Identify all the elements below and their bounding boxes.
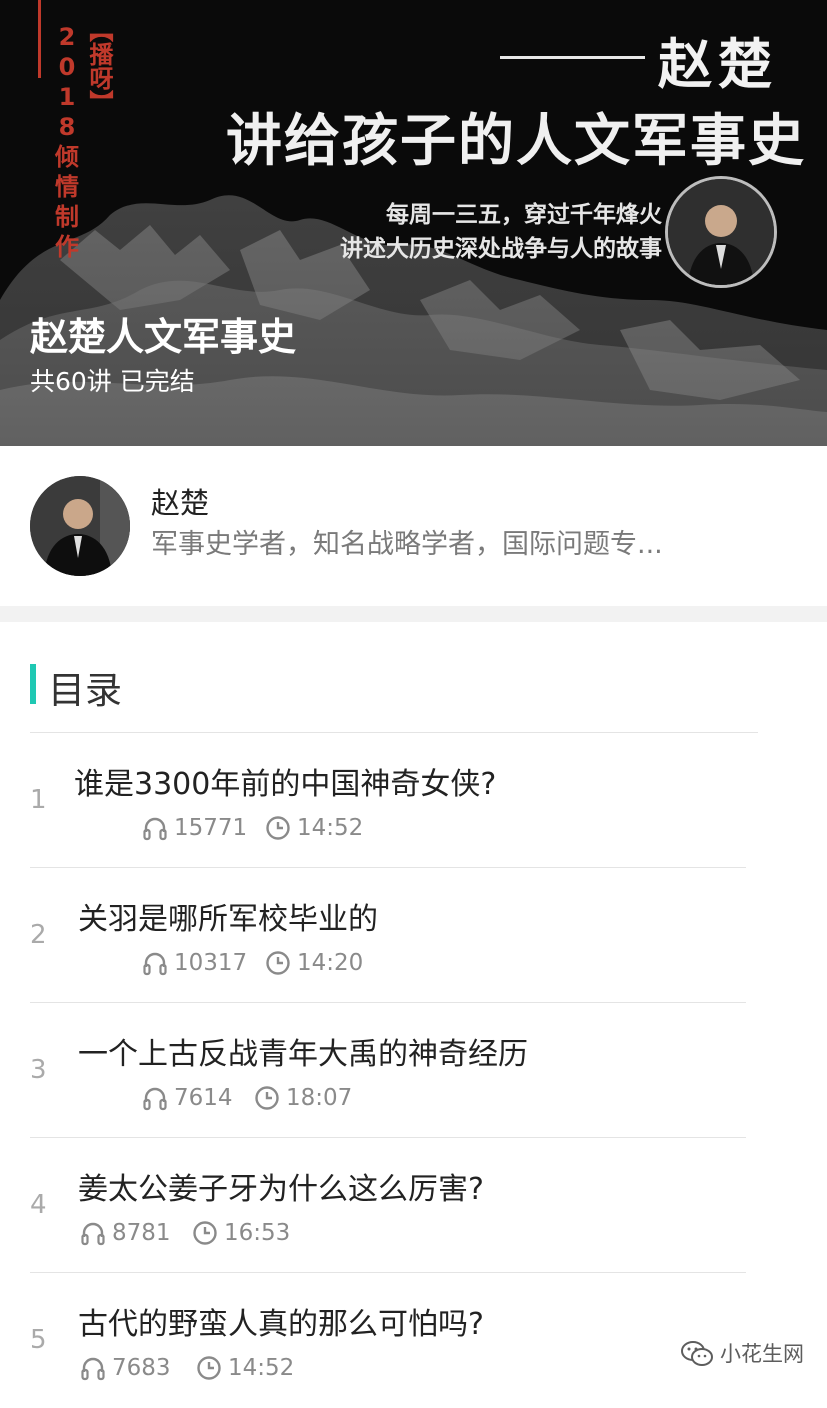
section-divider <box>0 606 827 622</box>
catalog-item[interactable]: 4 姜太公姜子牙为什么这么厉害? 8781 16:53 <box>30 1137 746 1273</box>
slogan-line: 每周一三五，穿过千年烽火 <box>386 202 662 228</box>
item-title: 关羽是哪所军校毕业的 <box>78 902 378 937</box>
tag-divider <box>38 0 41 78</box>
headphone-icon <box>81 1222 105 1246</box>
tag-char: 作 <box>55 233 79 261</box>
tag-label: 【播呀】 <box>85 18 113 114</box>
author-portrait <box>665 176 777 288</box>
item-number: 4 <box>30 1190 47 1220</box>
item-title: 古代的野蛮人真的那么可怕吗? <box>78 1307 484 1342</box>
catalog-item[interactable]: 1 谁是3300年前的中国神奇女侠? 15771 14:52 <box>30 732 758 868</box>
tag-char: 1 <box>58 83 76 111</box>
duration-value: 14:20 <box>297 950 364 976</box>
duration-value: 14:52 <box>297 815 364 841</box>
catalog-item[interactable]: 2 关羽是哪所军校毕业的 10317 14:20 <box>30 867 746 1003</box>
play-count-value: 15771 <box>174 815 248 841</box>
duration-value: 16:53 <box>224 1220 291 1246</box>
author-name: 赵楚 <box>151 486 210 520</box>
item-title: 一个上古反战青年大禹的神奇经历 <box>78 1037 528 1072</box>
avatar[interactable] <box>30 476 130 576</box>
item-number: 5 <box>30 1325 47 1355</box>
course-title: 赵楚人文军事史 <box>30 315 297 359</box>
headphone-icon <box>143 817 167 841</box>
play-count-value: 7614 <box>174 1085 233 1111</box>
course-banner: 【播呀】 2018倾情制作 赵楚 讲给孩子的人文军事史 每周一三五，穿过千年烽火… <box>0 0 827 446</box>
headphone-icon <box>81 1357 105 1381</box>
slogan-line: 讲述大历史深处战争与人的故事 <box>340 236 662 262</box>
headphone-icon <box>143 1087 167 1111</box>
catalog-accent-bar <box>30 664 36 704</box>
tag-char: 倾 <box>55 143 79 171</box>
play-count-value: 7683 <box>112 1355 171 1381</box>
item-title: 谁是3300年前的中国神奇女侠? <box>74 767 497 802</box>
tag-year-text: 2018倾情制作 <box>52 22 82 262</box>
watermark-text: 小花生网 <box>720 1342 804 1366</box>
item-number: 3 <box>30 1055 47 1085</box>
tag-char: 2 <box>58 23 76 51</box>
signature-dash <box>500 56 645 59</box>
tag-char: 0 <box>58 53 76 81</box>
clock-icon <box>255 1086 279 1110</box>
author-description: 军事史学者，知名战略学者，国际问题专... <box>151 529 663 560</box>
item-title: 姜太公姜子牙为什么这么厉害? <box>78 1172 484 1207</box>
clock-icon <box>266 951 290 975</box>
item-number: 1 <box>30 785 47 815</box>
headphone-icon <box>143 952 167 976</box>
author-card[interactable]: 赵楚 军事史学者，知名战略学者，国际问题专... <box>0 446 827 606</box>
banner-slogan: 每周一三五，穿过千年烽火 讲述大历史深处战争与人的故事 <box>302 198 662 266</box>
play-count-value: 8781 <box>112 1220 171 1246</box>
item-number: 2 <box>30 920 47 950</box>
tag-char: 8 <box>58 113 76 141</box>
clock-icon <box>193 1221 217 1245</box>
course-meta: 共60讲 已完结 <box>30 367 195 396</box>
duration-value: 18:07 <box>286 1085 353 1111</box>
duration-value: 14:52 <box>228 1355 295 1381</box>
wechat-icon <box>681 1341 713 1366</box>
play-count-value: 10317 <box>174 950 248 976</box>
signature-name: 赵楚 <box>658 32 778 96</box>
banner-headline: 讲给孩子的人文军事史 <box>226 108 806 174</box>
tag-char: 制 <box>55 203 79 231</box>
author-signature: 赵楚 <box>500 20 800 96</box>
clock-icon <box>197 1356 221 1380</box>
tag-char: 情 <box>55 173 79 201</box>
clock-icon <box>266 816 290 840</box>
catalog-item[interactable]: 3 一个上古反战青年大禹的神奇经历 7614 18:07 <box>30 1002 746 1138</box>
catalog-title: 目录 <box>48 669 122 712</box>
